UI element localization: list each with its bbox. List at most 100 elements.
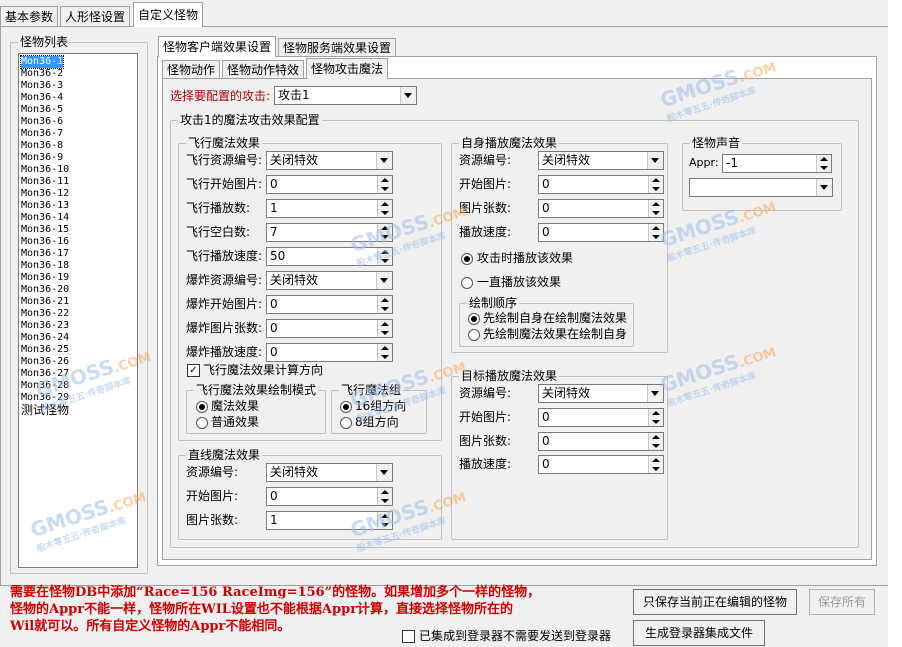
spin-arrows-icon[interactable] xyxy=(377,176,392,193)
spin-arrows-icon[interactable] xyxy=(377,344,392,361)
list-item[interactable]: Mon36-9 xyxy=(21,152,63,164)
self-start-stepper[interactable]: 0 xyxy=(538,175,664,194)
play-on-attack-radio[interactable] xyxy=(461,253,473,265)
list-item[interactable]: Mon36-23 xyxy=(21,320,69,332)
self-resource-select[interactable]: 关闭特效 xyxy=(538,151,664,170)
list-item[interactable]: Mon36-24 xyxy=(21,332,69,344)
attack-select[interactable]: 攻击1 xyxy=(274,86,417,105)
list-item[interactable]: Mon36-3 xyxy=(21,80,63,92)
explode-resource-select[interactable]: 关闭特效 xyxy=(266,271,393,290)
spin-arrows-icon[interactable] xyxy=(377,200,392,217)
fly-resource-value: 关闭特效 xyxy=(270,153,319,167)
target-group-title: 目标播放魔法效果 xyxy=(459,369,560,383)
chevron-down-icon[interactable] xyxy=(376,152,392,169)
self-group-title: 自身播放魔法效果 xyxy=(459,136,560,150)
spin-arrows-icon[interactable] xyxy=(816,155,831,172)
draw-mode-normal-radio[interactable] xyxy=(196,417,208,429)
line-resource-select[interactable]: 关闭特效 xyxy=(266,463,393,482)
chevron-down-icon[interactable] xyxy=(376,272,392,289)
target-start-stepper[interactable]: 0 xyxy=(538,408,664,427)
group-8-radio[interactable] xyxy=(340,417,352,429)
explode-start-stepper[interactable]: 0 xyxy=(266,295,393,314)
line-group-title: 直线魔法效果 xyxy=(186,448,263,462)
list-item[interactable]: Mon36-11 xyxy=(21,176,69,188)
list-item[interactable]: Mon36-5 xyxy=(21,104,63,116)
fly-resource-select[interactable]: 关闭特效 xyxy=(266,151,393,170)
group-16-radio[interactable] xyxy=(340,401,352,413)
explode-resource-value: 关闭特效 xyxy=(270,273,319,287)
explode-start-value: 0 xyxy=(270,297,278,311)
target-count-stepper[interactable]: 0 xyxy=(538,432,664,451)
list-item[interactable]: Mon36-16 xyxy=(21,236,69,248)
target-start-label: 开始图片: xyxy=(459,410,512,424)
list-item[interactable]: Mon36-26 xyxy=(21,356,69,368)
spin-arrows-icon[interactable] xyxy=(377,296,392,313)
list-item[interactable]: Mon36-7 xyxy=(21,128,63,140)
target-resource-select[interactable]: 关闭特效 xyxy=(538,384,664,403)
attack-select-label: 选择要配置的攻击: xyxy=(170,89,271,103)
sound-select[interactable] xyxy=(689,178,833,197)
list-item[interactable]: Mon36-17 xyxy=(21,248,69,260)
list-item[interactable]: Mon36-10 xyxy=(21,164,69,176)
calc-direction-checkbox[interactable]: ✓ xyxy=(187,364,200,377)
tab-client-effect[interactable]: 怪物客户端效果设置 xyxy=(158,36,277,57)
chevron-down-icon[interactable] xyxy=(647,152,663,169)
tab-monster-action[interactable]: 怪物动作 xyxy=(162,60,221,79)
list-item[interactable]: Mon36-12 xyxy=(21,188,69,200)
list-item[interactable]: Mon36-25 xyxy=(21,344,69,356)
list-item[interactable]: Mon36-22 xyxy=(21,308,69,320)
tab-custom-monster[interactable]: 自定义怪物 xyxy=(133,2,204,27)
self-count-stepper[interactable]: 0 xyxy=(538,199,664,218)
list-item[interactable]: Mon36-6 xyxy=(21,116,63,128)
self-speed-stepper[interactable]: 0 xyxy=(538,223,664,242)
draw-mode-magic-radio[interactable] xyxy=(196,401,208,413)
tab-attack-magic[interactable]: 怪物攻击魔法 xyxy=(306,58,389,79)
appr-stepper[interactable]: -1 xyxy=(722,154,832,173)
chevron-down-icon[interactable] xyxy=(816,179,832,196)
tab-server-effect[interactable]: 怪物服务端效果设置 xyxy=(278,38,397,57)
fly-blank-value: 7 xyxy=(270,225,278,239)
right-edge xyxy=(888,0,902,647)
list-item[interactable]: Mon36-21 xyxy=(21,296,69,308)
calc-direction-label: 飞行魔法效果计算方向 xyxy=(203,363,324,377)
fly-start-stepper[interactable]: 0 xyxy=(266,175,393,194)
list-item[interactable]: Mon36-8 xyxy=(21,140,63,152)
draw-self-first-label: 先绘制自身在绘制魔法效果 xyxy=(483,311,628,325)
list-item[interactable]: Mon36-20 xyxy=(21,284,69,296)
attack-select-value: 攻击1 xyxy=(278,88,310,102)
fly-count-stepper[interactable]: 1 xyxy=(266,199,393,218)
chevron-down-icon[interactable] xyxy=(400,87,416,104)
generate-login-file-button[interactable]: 生成登录器集成文件 xyxy=(633,620,765,646)
list-item[interactable]: Mon36-19 xyxy=(21,272,69,284)
line-start-stepper[interactable]: 0 xyxy=(266,487,393,506)
fly-blank-label: 飞行空白数: xyxy=(186,225,251,239)
tab-action-effect[interactable]: 怪物动作特效 xyxy=(222,60,305,79)
spin-arrows-icon[interactable] xyxy=(648,176,663,193)
list-item[interactable]: Mon36-1 xyxy=(19,55,65,69)
target-speed-stepper[interactable]: 0 xyxy=(538,455,664,474)
list-item[interactable]: Mon36-13 xyxy=(21,200,69,212)
tab-humanoid-monster[interactable]: 人形怪设置 xyxy=(60,6,131,27)
spin-arrows-icon[interactable] xyxy=(648,409,663,426)
spin-arrows-icon[interactable] xyxy=(648,433,663,450)
play-always-radio[interactable] xyxy=(461,277,473,289)
list-item[interactable]: Mon36-4 xyxy=(21,92,63,104)
integrated-checkbox[interactable] xyxy=(402,630,415,643)
explode-speed-stepper[interactable]: 0 xyxy=(266,343,393,362)
list-item[interactable]: Mon36-2 xyxy=(21,68,63,80)
draw-self-first-radio[interactable] xyxy=(468,313,480,325)
line-count-label: 图片张数: xyxy=(186,513,239,527)
explode-count-stepper[interactable]: 0 xyxy=(266,319,393,338)
save-all-button[interactable]: 保存所有 xyxy=(809,589,875,615)
draw-magic-first-radio[interactable] xyxy=(468,329,480,341)
spin-arrows-icon[interactable] xyxy=(648,200,663,217)
list-item[interactable]: Mon36-14 xyxy=(21,212,69,224)
tab-basic-params[interactable]: 基本参数 xyxy=(0,6,59,27)
spin-arrows-icon[interactable] xyxy=(377,488,392,505)
spin-arrows-icon[interactable] xyxy=(377,320,392,337)
list-item[interactable]: Mon36-15 xyxy=(21,224,69,236)
save-current-button[interactable]: 只保存当前正在编辑的怪物 xyxy=(633,589,797,615)
spin-arrows-icon[interactable] xyxy=(648,456,663,473)
list-item[interactable]: Mon36-18 xyxy=(21,260,69,272)
chevron-down-icon[interactable] xyxy=(376,464,392,481)
